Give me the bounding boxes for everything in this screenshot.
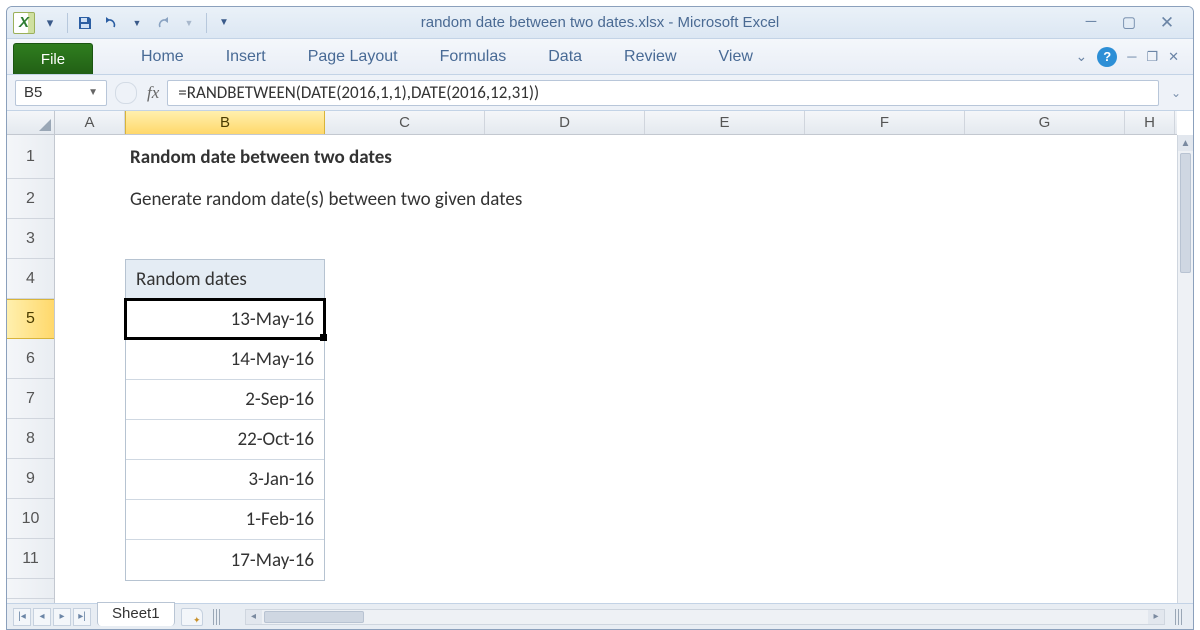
cell-B6[interactable]: 14-May-16 <box>126 340 324 380</box>
column-headers: A B C D E F G H <box>7 111 1177 135</box>
cell-B4[interactable]: Random dates <box>126 260 324 300</box>
col-header-B[interactable]: B <box>125 111 325 134</box>
formula-input[interactable]: =RANDBETWEEN(DATE(2016,1,1),DATE(2016,12… <box>167 80 1159 106</box>
name-box[interactable]: B5 ▼ <box>15 80 107 106</box>
row-header-4[interactable]: 4 <box>7 259 54 299</box>
workbook-minimize-icon[interactable]: ─ <box>1127 49 1136 64</box>
qat-separator <box>67 13 68 33</box>
row-header-7[interactable]: 7 <box>7 379 54 419</box>
scroll-right-icon[interactable]: ▸ <box>1148 610 1164 624</box>
tab-formulas[interactable]: Formulas <box>436 42 511 74</box>
redo-icon[interactable] <box>152 12 174 34</box>
select-all-corner[interactable] <box>7 111 55 134</box>
tab-insert[interactable]: Insert <box>222 42 270 74</box>
ribbon: File Home Insert Page Layout Formulas Da… <box>7 39 1193 75</box>
col-header-H[interactable]: H <box>1125 111 1175 134</box>
cell-B8[interactable]: 22-Oct-16 <box>126 420 324 460</box>
sheet-nav-next-icon[interactable]: ▸ <box>53 608 71 626</box>
ribbon-minimize-icon[interactable]: ⌄ <box>1075 48 1087 65</box>
scroll-up-icon[interactable]: ▲ <box>1178 135 1193 151</box>
cancel-formula-icon[interactable] <box>115 82 137 104</box>
excel-window: X ▾ ▼ ▼ ▼ random date between two dates.… <box>6 6 1194 630</box>
horizontal-scrollbar[interactable]: ◂ ▸ <box>245 609 1165 625</box>
expand-formula-bar-icon[interactable]: ⌄ <box>1167 86 1185 100</box>
row-header-5[interactable]: 5 <box>7 299 54 339</box>
cells-area[interactable]: Random date between two dates Generate r… <box>55 135 1177 603</box>
cell-B11[interactable]: 17-May-16 <box>126 540 324 580</box>
workbook-restore-icon[interactable]: ❐ <box>1146 49 1158 65</box>
col-header-D[interactable]: D <box>485 111 645 134</box>
title-bar: X ▾ ▼ ▼ ▼ random date between two dates.… <box>7 7 1193 39</box>
row-headers: 1 2 3 4 5 6 7 8 9 10 11 <box>7 135 55 603</box>
vertical-scrollbar[interactable]: ▲ <box>1177 135 1193 603</box>
row-header-3[interactable]: 3 <box>7 219 54 259</box>
cell-B1[interactable]: Random date between two dates <box>130 135 392 179</box>
fx-icon[interactable]: fx <box>147 83 159 103</box>
worksheet-grid[interactable]: A B C D E F G H 1 2 3 4 5 6 7 8 9 10 11 … <box>7 111 1193 603</box>
row-header-1[interactable]: 1 <box>7 135 54 179</box>
row-header-8[interactable]: 8 <box>7 419 54 459</box>
row-header-11[interactable]: 11 <box>7 539 54 579</box>
hscroll-thumb[interactable] <box>264 611 364 623</box>
sheet-nav-last-icon[interactable]: ▸| <box>73 608 91 626</box>
ribbon-tabs: Home Insert Page Layout Formulas Data Re… <box>97 39 757 74</box>
tab-data[interactable]: Data <box>544 42 586 74</box>
row-header-2[interactable]: 2 <box>7 179 54 219</box>
help-icon[interactable]: ? <box>1097 47 1117 67</box>
maximize-button[interactable]: ▢ <box>1119 13 1139 33</box>
window-controls: ─ ▢ ✕ <box>1081 13 1193 33</box>
row-header-9[interactable]: 9 <box>7 459 54 499</box>
row-header-12[interactable] <box>7 579 54 599</box>
col-header-G[interactable]: G <box>965 111 1125 134</box>
minimize-button[interactable]: ─ <box>1081 13 1101 33</box>
tab-page-layout[interactable]: Page Layout <box>304 42 402 74</box>
cell-B5[interactable]: 13-May-16 <box>126 300 324 340</box>
vscroll-thumb[interactable] <box>1180 153 1191 273</box>
save-icon[interactable] <box>74 12 96 34</box>
quick-access-toolbar: X ▾ ▼ ▼ ▼ <box>7 12 241 34</box>
redo-dropdown-icon[interactable]: ▼ <box>178 12 200 34</box>
sheet-nav-first-icon[interactable]: |◂ <box>13 608 31 626</box>
workbook-close-icon[interactable]: ✕ <box>1168 49 1179 65</box>
cell-B10[interactable]: 1-Feb-16 <box>126 500 324 540</box>
col-header-E[interactable]: E <box>645 111 805 134</box>
file-tab[interactable]: File <box>13 43 93 74</box>
sheet-nav: |◂ ◂ ▸ ▸| <box>13 608 91 626</box>
name-box-value: B5 <box>24 84 42 101</box>
col-header-F[interactable]: F <box>805 111 965 134</box>
sheet-nav-prev-icon[interactable]: ◂ <box>33 608 51 626</box>
col-header-C[interactable]: C <box>325 111 485 134</box>
ribbon-right-controls: ⌄ ? ─ ❐ ✕ <box>1075 39 1193 74</box>
excel-logo-icon[interactable]: X <box>13 12 35 34</box>
name-box-dropdown-icon[interactable]: ▼ <box>88 87 98 98</box>
row-header-6[interactable]: 6 <box>7 339 54 379</box>
customize-qat-icon[interactable]: ▼ <box>213 12 235 34</box>
formula-bar-buttons: fx <box>115 82 159 104</box>
row-header-10[interactable]: 10 <box>7 499 54 539</box>
tab-view[interactable]: View <box>715 42 757 74</box>
cell-B2[interactable]: Generate random date(s) between two give… <box>130 179 522 219</box>
formula-bar: B5 ▼ fx =RANDBETWEEN(DATE(2016,1,1),DATE… <box>7 75 1193 111</box>
qat-separator-2 <box>206 13 207 33</box>
tab-split-grip[interactable] <box>213 609 221 625</box>
data-table: Random dates 13-May-16 14-May-16 2-Sep-1… <box>125 259 325 581</box>
new-sheet-icon[interactable] <box>181 608 203 626</box>
cell-B7[interactable]: 2-Sep-16 <box>126 380 324 420</box>
hscroll-split-grip[interactable] <box>1175 609 1183 625</box>
formula-text: =RANDBETWEEN(DATE(2016,1,1),DATE(2016,12… <box>178 82 539 103</box>
sheet-tab-bar: |◂ ◂ ▸ ▸| Sheet1 ◂ ▸ <box>7 603 1193 629</box>
sheet-tab-sheet1[interactable]: Sheet1 <box>97 602 175 626</box>
cell-B9[interactable]: 3-Jan-16 <box>126 460 324 500</box>
qat-dropdown-icon[interactable]: ▾ <box>39 12 61 34</box>
undo-dropdown-icon[interactable]: ▼ <box>126 12 148 34</box>
scroll-left-icon[interactable]: ◂ <box>246 610 262 624</box>
undo-icon[interactable] <box>100 12 122 34</box>
tab-review[interactable]: Review <box>620 42 680 74</box>
close-button[interactable]: ✕ <box>1157 13 1177 33</box>
col-header-A[interactable]: A <box>55 111 125 134</box>
tab-home[interactable]: Home <box>137 42 188 74</box>
